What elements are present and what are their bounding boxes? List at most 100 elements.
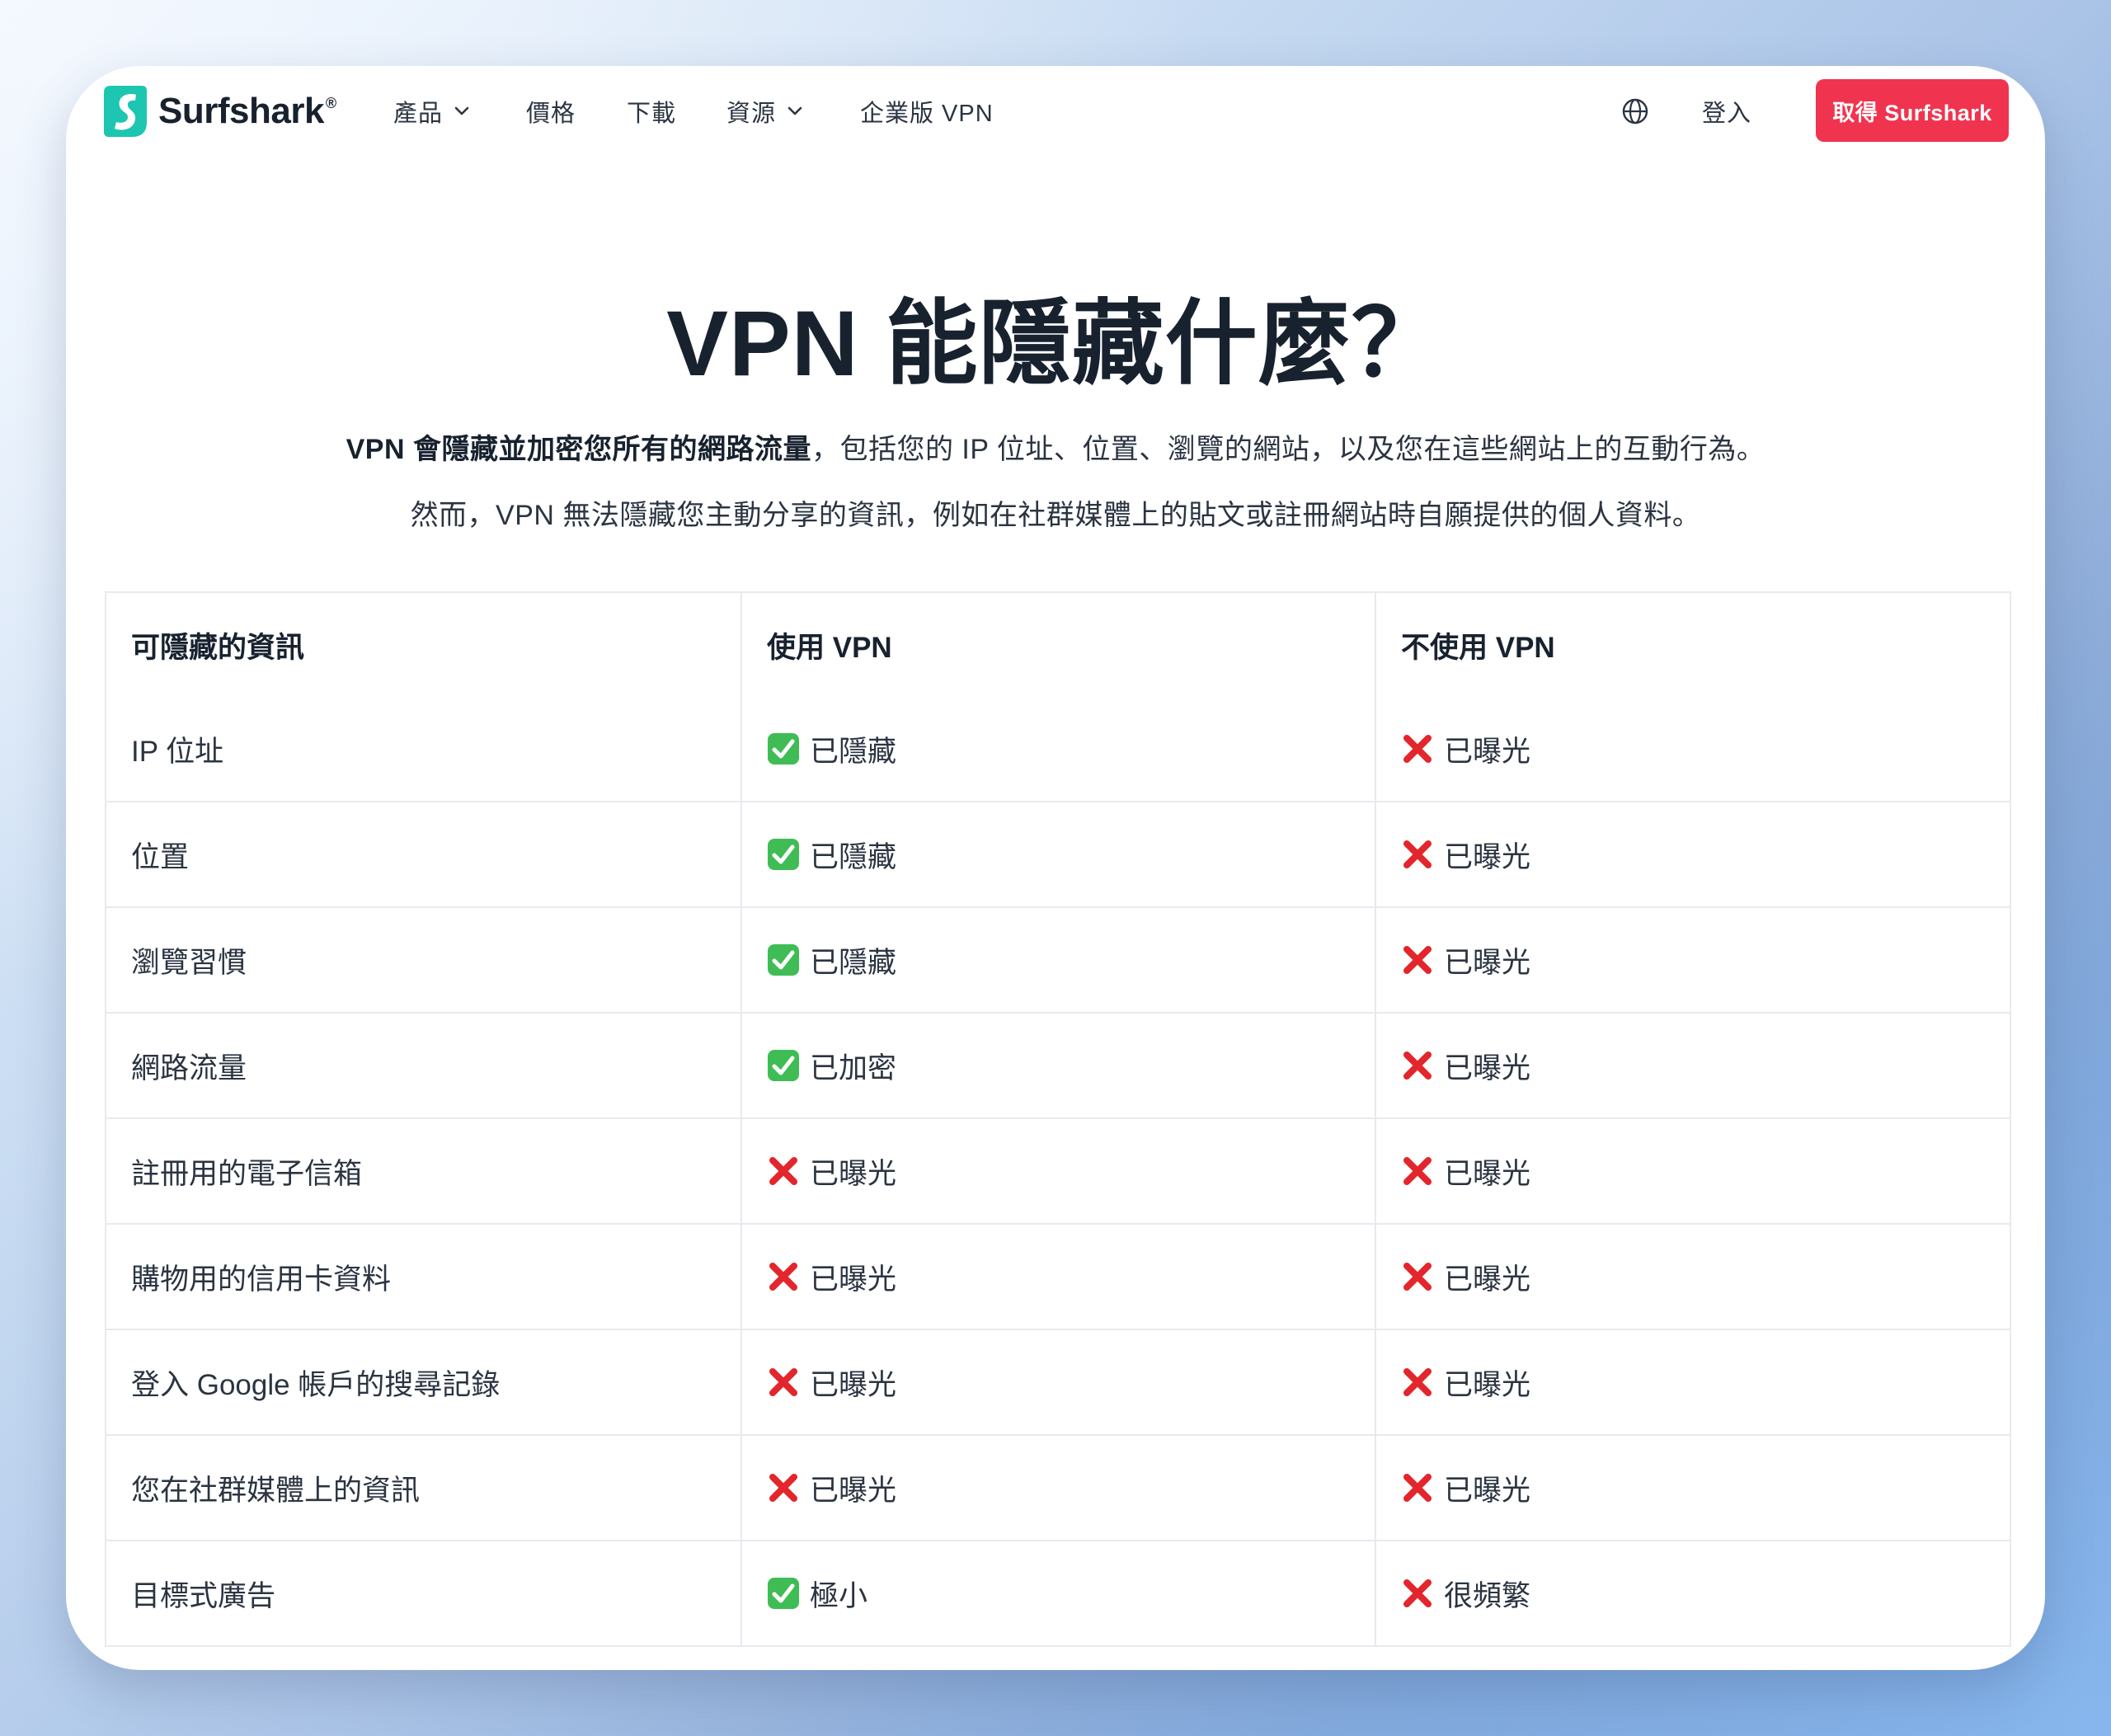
status-text: 已曝光 <box>810 1263 897 1296</box>
table-row: 瀏覽習慣 已隱藏 已曝光 <box>106 906 2010 1012</box>
nav-resources[interactable]: 資源 <box>726 91 802 132</box>
without-vpn-status: 已曝光 <box>1375 1225 2009 1329</box>
globe-icon[interactable] <box>1621 97 1649 125</box>
login-label: 登入 <box>1702 101 1752 127</box>
with-vpn-status: 極小 <box>740 1541 1375 1645</box>
without-vpn-status: 已曝光 <box>1375 802 2009 906</box>
check-icon <box>767 838 800 871</box>
status-text: 已曝光 <box>1444 1051 1531 1084</box>
table-row: 登入 Google 帳戶的搜尋記錄 已曝光 已曝光 <box>106 1329 2010 1434</box>
cross-icon <box>767 1366 800 1399</box>
cross-icon <box>1401 838 1434 871</box>
status-text: 已曝光 <box>1444 1368 1531 1401</box>
browser-page: Surfshark ® 產品 價格 下載 資源 企業版 VPN 登入 取得 Su… <box>66 66 2045 1670</box>
get-surfshark-button[interactable]: 取得 Surfshark <box>1816 79 2009 142</box>
status-text: 極小 <box>810 1579 868 1612</box>
with-vpn-status: 已曝光 <box>740 1119 1375 1223</box>
cta-label: 取得 Surfshark <box>1832 100 1992 125</box>
status-text: 已曝光 <box>1444 735 1531 768</box>
status-text: 很頻繁 <box>1444 1579 1531 1612</box>
info-item: 您在社群媒體上的資訊 <box>131 1474 421 1507</box>
with-vpn-status: 已曝光 <box>740 1436 1375 1540</box>
status-text: 已曝光 <box>1444 1263 1531 1296</box>
nav-download-label: 下載 <box>627 101 677 127</box>
cross-icon <box>1401 1366 1434 1399</box>
cross-icon <box>767 1260 800 1293</box>
info-item: IP 位址 <box>131 735 224 768</box>
table-header-row: 可隱藏的資訊 使用 VPN 不使用 VPN <box>106 593 2010 697</box>
without-vpn-status: 很頻繁 <box>1375 1541 2009 1645</box>
status-text: 已隱藏 <box>810 735 897 768</box>
check-icon <box>767 1049 800 1082</box>
login-link[interactable]: 登入 <box>1702 91 1751 132</box>
status-text: 已隱藏 <box>810 840 897 873</box>
cross-icon <box>1401 943 1434 976</box>
status-text: 已曝光 <box>1444 1157 1531 1190</box>
with-vpn-status: 已隱藏 <box>740 697 1375 801</box>
header-cell-info: 可隱藏的資訊 <box>131 631 305 664</box>
table-row: 您在社群媒體上的資訊 已曝光 已曝光 <box>106 1434 2010 1540</box>
with-vpn-status: 已加密 <box>740 1014 1375 1117</box>
table-row: IP 位址 已隱藏 已曝光 <box>106 697 2010 801</box>
without-vpn-status: 已曝光 <box>1375 1119 2009 1223</box>
note-paragraph: 然而，VPN 無法隱藏您主動分享的資訊，例如在社群媒體上的貼文或註冊網站時自願提… <box>410 500 1701 531</box>
without-vpn-status: 已曝光 <box>1375 1014 2009 1117</box>
info-item: 網路流量 <box>131 1051 247 1084</box>
brand-name: Surfshark <box>158 91 324 131</box>
cross-icon <box>1401 1471 1434 1504</box>
cross-icon <box>1401 1155 1434 1188</box>
lead-text: ，包括您的 IP 位址、位置、瀏覽的網站，以及您在這些網站上的互動行為。 <box>811 434 1765 465</box>
nav-business-vpn[interactable]: 企業版 VPN <box>860 91 994 132</box>
nav-products-label: 產品 <box>393 101 444 127</box>
check-icon <box>767 1577 800 1610</box>
cross-icon <box>1401 1260 1434 1293</box>
table-row: 網路流量 已加密 已曝光 <box>106 1012 2010 1117</box>
nav-download[interactable]: 下載 <box>627 91 676 132</box>
status-text: 已曝光 <box>810 1474 897 1507</box>
without-vpn-status: 已曝光 <box>1375 1436 2009 1540</box>
info-item: 登入 Google 帳戶的搜尋記錄 <box>131 1368 501 1401</box>
status-text: 已曝光 <box>810 1157 897 1190</box>
header-cell-with-vpn: 使用 VPN <box>740 593 1375 697</box>
table-row: 註冊用的電子信箱 已曝光 已曝光 <box>106 1117 2010 1223</box>
surfshark-logo[interactable]: Surfshark ® <box>104 84 336 139</box>
surfshark-logo-icon <box>104 86 147 137</box>
chevron-down-icon <box>454 106 469 115</box>
nav-pricing[interactable]: 價格 <box>526 91 576 132</box>
cross-icon <box>1401 732 1434 765</box>
nav-products[interactable]: 產品 <box>393 91 469 132</box>
header-cell-without-vpn: 不使用 VPN <box>1375 593 2009 697</box>
status-text: 已曝光 <box>810 1368 897 1401</box>
info-item: 目標式廣告 <box>131 1579 276 1612</box>
with-vpn-status: 已曝光 <box>740 1330 1375 1434</box>
cross-icon <box>1401 1577 1434 1610</box>
table-row: 目標式廣告 極小 很頻繁 <box>106 1540 2010 1645</box>
status-text: 已隱藏 <box>810 946 897 979</box>
nav-resources-label: 資源 <box>726 101 777 127</box>
info-item: 位置 <box>131 840 190 873</box>
check-icon <box>767 732 800 765</box>
without-vpn-status: 已曝光 <box>1375 1330 2009 1434</box>
info-item: 瀏覽習慣 <box>131 946 247 979</box>
with-vpn-status: 已隱藏 <box>740 802 1375 906</box>
without-vpn-status: 已曝光 <box>1375 908 2009 1012</box>
table-row: 購物用的信用卡資料 已曝光 已曝光 <box>106 1223 2010 1329</box>
comparison-table: 可隱藏的資訊 使用 VPN 不使用 VPN IP 位址 已隱藏 已曝光 位置 已隱藏 已曝… <box>105 591 2011 1647</box>
nav-business-vpn-label: 企業版 VPN <box>860 101 994 127</box>
status-text: 已加密 <box>810 1051 897 1084</box>
page-title: VPN 能隱藏什麼？ <box>666 292 1445 395</box>
status-text: 已曝光 <box>1444 946 1531 979</box>
table-row: 位置 已隱藏 已曝光 <box>106 801 2010 906</box>
chevron-down-icon <box>788 106 802 115</box>
info-item: 購物用的信用卡資料 <box>131 1263 392 1296</box>
cross-icon <box>767 1155 800 1188</box>
lead-bold-text: VPN 會隱藏並加密您所有的網路流量 <box>346 434 811 465</box>
top-navigation: Surfshark ® 產品 價格 下載 資源 企業版 VPN 登入 取得 Su… <box>66 66 2045 157</box>
status-text: 已曝光 <box>1444 1474 1531 1507</box>
lead-paragraph: VPN 會隱藏並加密您所有的網路流量，包括您的 IP 位址、位置、瀏覽的網站，以… <box>66 430 2045 470</box>
with-vpn-status: 已曝光 <box>740 1225 1375 1329</box>
cross-icon <box>767 1471 800 1504</box>
with-vpn-status: 已隱藏 <box>740 908 1375 1012</box>
cross-icon <box>1401 1049 1434 1082</box>
registered-mark: ® <box>325 94 337 111</box>
